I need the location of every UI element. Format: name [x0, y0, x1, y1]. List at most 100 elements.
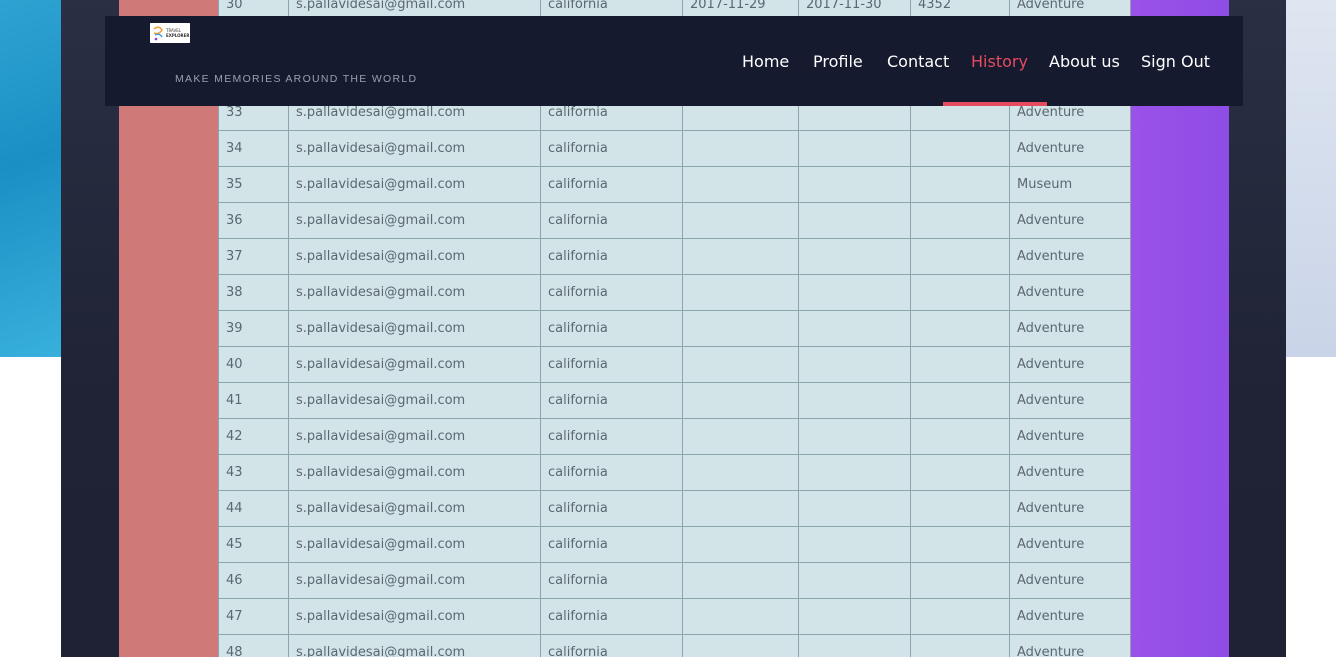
- cell-email: s.pallavidesai@gmail.com: [288, 562, 541, 599]
- cell-end-date: [798, 562, 911, 599]
- cell-email: s.pallavidesai@gmail.com: [288, 310, 541, 347]
- cell-category: Adventure: [1009, 346, 1131, 383]
- cell-amount: [910, 166, 1010, 203]
- cell-amount: [910, 490, 1010, 527]
- cell-end-date: [798, 166, 911, 203]
- cell-email: s.pallavidesai@gmail.com: [288, 202, 541, 239]
- cell-id: 37: [218, 238, 289, 275]
- cell-email: s.pallavidesai@gmail.com: [288, 526, 541, 563]
- cell-end-date: [798, 490, 911, 527]
- cell-id: 39: [218, 310, 289, 347]
- svg-text:EXPLORER: EXPLORER: [166, 33, 189, 38]
- cell-id: 40: [218, 346, 289, 383]
- nav-history[interactable]: History: [971, 52, 1028, 71]
- table-row: 42 s.pallavidesai@gmail.com california Adve…: [218, 418, 1131, 455]
- cell-category: Adventure: [1009, 274, 1131, 311]
- table-row: 37 s.pallavidesai@gmail.com california Adve…: [218, 238, 1131, 275]
- cell-category: Adventure: [1009, 238, 1131, 275]
- cell-category: Adventure: [1009, 634, 1131, 657]
- nav-profile[interactable]: Profile: [813, 52, 863, 71]
- cell-start-date: [682, 238, 799, 275]
- cell-id: 35: [218, 166, 289, 203]
- cell-id: 43: [218, 454, 289, 491]
- cell-email: s.pallavidesai@gmail.com: [288, 274, 541, 311]
- background-sky-right: [1284, 0, 1336, 357]
- logo-icon: TRAVEL EXPLORER: [150, 23, 190, 43]
- cell-email: s.pallavidesai@gmail.com: [288, 382, 541, 419]
- cell-email: s.pallavidesai@gmail.com: [288, 130, 541, 167]
- cell-location: california: [540, 454, 683, 491]
- cell-end-date: [798, 346, 911, 383]
- cell-email: s.pallavidesai@gmail.com: [288, 454, 541, 491]
- cell-end-date: [798, 382, 911, 419]
- table-row: 36 s.pallavidesai@gmail.com california Adve…: [218, 202, 1131, 239]
- cell-start-date: [682, 130, 799, 167]
- table-row: 34 s.pallavidesai@gmail.com california Adve…: [218, 130, 1131, 167]
- tagline: MAKE MEMORIES AROUND THE WORLD: [175, 73, 418, 85]
- cell-location: california: [540, 310, 683, 347]
- cell-start-date: [682, 346, 799, 383]
- table-row: 45 s.pallavidesai@gmail.com california Adve…: [218, 526, 1131, 563]
- cell-email: s.pallavidesai@gmail.com: [288, 238, 541, 275]
- cell-start-date: [682, 526, 799, 563]
- cell-start-date: [682, 634, 799, 657]
- cell-category: Adventure: [1009, 526, 1131, 563]
- cell-end-date: [798, 454, 911, 491]
- nav-about-us[interactable]: About us: [1049, 52, 1120, 71]
- top-navbar: TRAVEL EXPLORER MAKE MEMORIES AROUND THE…: [105, 16, 1243, 106]
- cell-category: Adventure: [1009, 382, 1131, 419]
- cell-end-date: [798, 238, 911, 275]
- cell-location: california: [540, 490, 683, 527]
- cell-amount: [910, 274, 1010, 311]
- cell-amount: [910, 598, 1010, 635]
- nav-sign-out[interactable]: Sign Out: [1141, 52, 1210, 71]
- cell-location: california: [540, 526, 683, 563]
- cell-id: 34: [218, 130, 289, 167]
- cell-amount: [910, 454, 1010, 491]
- table-row: 46 s.pallavidesai@gmail.com california Adve…: [218, 562, 1131, 599]
- cell-amount: [910, 130, 1010, 167]
- table-row: 38 s.pallavidesai@gmail.com california Adve…: [218, 274, 1131, 311]
- cell-amount: [910, 310, 1010, 347]
- cell-category: Adventure: [1009, 130, 1131, 167]
- table-row: 35 s.pallavidesai@gmail.com california Muse…: [218, 166, 1131, 203]
- cell-location: california: [540, 202, 683, 239]
- cell-end-date: [798, 634, 911, 657]
- background-sky-left: [0, 0, 62, 357]
- cell-category: Adventure: [1009, 454, 1131, 491]
- cell-id: 46: [218, 562, 289, 599]
- cell-location: california: [540, 598, 683, 635]
- cell-end-date: [798, 274, 911, 311]
- cell-location: california: [540, 130, 683, 167]
- cell-email: s.pallavidesai@gmail.com: [288, 166, 541, 203]
- cell-amount: [910, 346, 1010, 383]
- cell-category: Adventure: [1009, 202, 1131, 239]
- cell-amount: [910, 526, 1010, 563]
- cell-end-date: [798, 130, 911, 167]
- cell-location: california: [540, 418, 683, 455]
- cell-category: Adventure: [1009, 490, 1131, 527]
- nav-home[interactable]: Home: [742, 52, 789, 71]
- table-row: 43 s.pallavidesai@gmail.com california Adve…: [218, 454, 1131, 491]
- table-row: 48 s.pallavidesai@gmail.com california Adve…: [218, 634, 1131, 657]
- cell-start-date: [682, 382, 799, 419]
- table-row: 40 s.pallavidesai@gmail.com california Adve…: [218, 346, 1131, 383]
- cell-start-date: [682, 454, 799, 491]
- cell-location: california: [540, 274, 683, 311]
- cell-end-date: [798, 202, 911, 239]
- table-row: 39 s.pallavidesai@gmail.com california Adve…: [218, 310, 1131, 347]
- active-nav-indicator: [943, 102, 1047, 106]
- cell-location: california: [540, 562, 683, 599]
- cell-email: s.pallavidesai@gmail.com: [288, 418, 541, 455]
- cell-start-date: [682, 562, 799, 599]
- cell-amount: [910, 202, 1010, 239]
- cell-id: 47: [218, 598, 289, 635]
- cell-id: 45: [218, 526, 289, 563]
- cell-start-date: [682, 274, 799, 311]
- cell-email: s.pallavidesai@gmail.com: [288, 598, 541, 635]
- travel-explorer-logo[interactable]: TRAVEL EXPLORER: [150, 23, 190, 43]
- table-row: 41 s.pallavidesai@gmail.com california Adve…: [218, 382, 1131, 419]
- nav-contact[interactable]: Contact: [887, 52, 949, 71]
- cell-end-date: [798, 526, 911, 563]
- cell-category: Adventure: [1009, 562, 1131, 599]
